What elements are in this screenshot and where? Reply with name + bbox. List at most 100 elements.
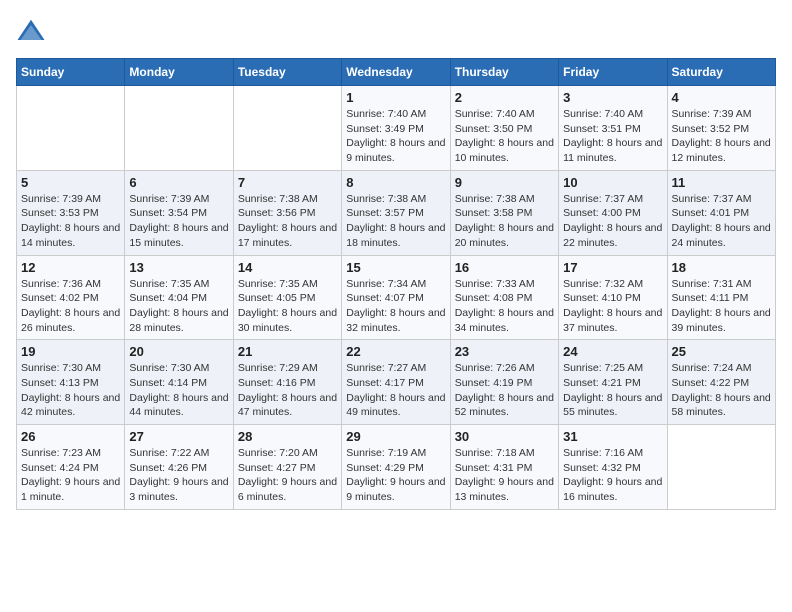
day-info: Sunrise: 7:39 AM Sunset: 3:54 PM Dayligh… — [129, 192, 228, 251]
day-info: Sunrise: 7:39 AM Sunset: 3:53 PM Dayligh… — [21, 192, 120, 251]
day-number: 29 — [346, 429, 445, 444]
day-number: 24 — [563, 344, 662, 359]
day-number: 14 — [238, 260, 337, 275]
day-number: 13 — [129, 260, 228, 275]
day-info: Sunrise: 7:34 AM Sunset: 4:07 PM Dayligh… — [346, 277, 445, 336]
day-number: 25 — [672, 344, 771, 359]
day-cell: 31 Sunrise: 7:16 AM Sunset: 4:32 PM Dayli… — [559, 425, 667, 510]
calendar-body: 1 Sunrise: 7:40 AM Sunset: 3:49 PM Daylig… — [17, 86, 776, 510]
day-info: Sunrise: 7:32 AM Sunset: 4:10 PM Dayligh… — [563, 277, 662, 336]
day-info: Sunrise: 7:38 AM Sunset: 3:56 PM Dayligh… — [238, 192, 337, 251]
day-cell: 17Sunrise: 7:32 AM Sunset: 4:10 PM Dayli… — [559, 255, 667, 340]
day-number: 18 — [672, 260, 771, 275]
day-number: 16 — [455, 260, 554, 275]
header-cell-sunday: Sunday — [17, 59, 125, 86]
day-cell: 6Sunrise: 7:39 AM Sunset: 3:54 PM Daylig… — [125, 170, 233, 255]
day-number: 30 — [455, 429, 554, 444]
day-cell — [667, 425, 775, 510]
day-info: Sunrise: 7:35 AM Sunset: 4:05 PM Dayligh… — [238, 277, 337, 336]
header-cell-thursday: Thursday — [450, 59, 558, 86]
page-header — [16, 16, 776, 46]
day-info: Sunrise: 7:16 AM Sunset: 4:32 PM Dayligh… — [563, 446, 662, 505]
day-number: 2 — [455, 90, 554, 105]
day-cell: 14 Sunrise: 7:35 AM Sunset: 4:05 PM Dayli… — [233, 255, 341, 340]
day-cell: 3Sunrise: 7:40 AM Sunset: 3:51 PM Daylig… — [559, 86, 667, 171]
day-number: 15 — [346, 260, 445, 275]
day-cell: 8 Sunrise: 7:38 AM Sunset: 3:57 PM Daylig… — [342, 170, 450, 255]
day-cell: 7 Sunrise: 7:38 AM Sunset: 3:56 PM Daylig… — [233, 170, 341, 255]
day-cell: 13 Sunrise: 7:35 AM Sunset: 4:04 PM Dayli… — [125, 255, 233, 340]
header-cell-saturday: Saturday — [667, 59, 775, 86]
day-cell: 21 Sunrise: 7:29 AM Sunset: 4:16 PM Dayli… — [233, 340, 341, 425]
day-info: Sunrise: 7:30 AM Sunset: 4:14 PM Dayligh… — [129, 361, 228, 420]
day-number: 11 — [672, 175, 771, 190]
day-cell: 12Sunrise: 7:36 AM Sunset: 4:02 PM Dayli… — [17, 255, 125, 340]
day-number: 8 — [346, 175, 445, 190]
day-cell: 9 Sunrise: 7:38 AM Sunset: 3:58 PM Daylig… — [450, 170, 558, 255]
day-info: Sunrise: 7:35 AM Sunset: 4:04 PM Dayligh… — [129, 277, 228, 336]
day-number: 10 — [563, 175, 662, 190]
day-cell: 25 Sunrise: 7:24 AM Sunset: 4:22 PM Dayli… — [667, 340, 775, 425]
day-info: Sunrise: 7:30 AM Sunset: 4:13 PM Dayligh… — [21, 361, 120, 420]
day-info: Sunrise: 7:26 AM Sunset: 4:19 PM Dayligh… — [455, 361, 554, 420]
day-cell: 29 Sunrise: 7:19 AM Sunset: 4:29 PM Dayli… — [342, 425, 450, 510]
day-number: 1 — [346, 90, 445, 105]
day-info: Sunrise: 7:40 AM Sunset: 3:49 PM Dayligh… — [346, 107, 445, 166]
day-info: Sunrise: 7:18 AM Sunset: 4:31 PM Dayligh… — [455, 446, 554, 505]
week-row-3: 19 Sunrise: 7:30 AM Sunset: 4:13 PM Dayli… — [17, 340, 776, 425]
day-cell: 24 Sunrise: 7:25 AM Sunset: 4:21 PM Dayli… — [559, 340, 667, 425]
day-cell: 18Sunrise: 7:31 AM Sunset: 4:11 PM Dayli… — [667, 255, 775, 340]
day-number: 4 — [672, 90, 771, 105]
day-cell: 10 Sunrise: 7:37 AM Sunset: 4:00 PM Dayli… — [559, 170, 667, 255]
week-row-2: 12Sunrise: 7:36 AM Sunset: 4:02 PM Dayli… — [17, 255, 776, 340]
day-number: 26 — [21, 429, 120, 444]
day-info: Sunrise: 7:33 AM Sunset: 4:08 PM Dayligh… — [455, 277, 554, 336]
day-cell: 30 Sunrise: 7:18 AM Sunset: 4:31 PM Dayli… — [450, 425, 558, 510]
day-info: Sunrise: 7:38 AM Sunset: 3:58 PM Dayligh… — [455, 192, 554, 251]
logo — [16, 16, 50, 46]
day-cell: 5 Sunrise: 7:39 AM Sunset: 3:53 PM Daylig… — [17, 170, 125, 255]
day-info: Sunrise: 7:36 AM Sunset: 4:02 PM Dayligh… — [21, 277, 120, 336]
day-cell: 4 Sunrise: 7:39 AM Sunset: 3:52 PM Daylig… — [667, 86, 775, 171]
day-info: Sunrise: 7:22 AM Sunset: 4:26 PM Dayligh… — [129, 446, 228, 505]
day-cell: 16 Sunrise: 7:33 AM Sunset: 4:08 PM Dayli… — [450, 255, 558, 340]
day-info: Sunrise: 7:38 AM Sunset: 3:57 PM Dayligh… — [346, 192, 445, 251]
day-info: Sunrise: 7:27 AM Sunset: 4:17 PM Dayligh… — [346, 361, 445, 420]
day-number: 9 — [455, 175, 554, 190]
day-cell: 27Sunrise: 7:22 AM Sunset: 4:26 PM Dayli… — [125, 425, 233, 510]
header-cell-friday: Friday — [559, 59, 667, 86]
day-info: Sunrise: 7:39 AM Sunset: 3:52 PM Dayligh… — [672, 107, 771, 166]
day-info: Sunrise: 7:25 AM Sunset: 4:21 PM Dayligh… — [563, 361, 662, 420]
day-cell — [233, 86, 341, 171]
day-number: 5 — [21, 175, 120, 190]
day-cell: 1 Sunrise: 7:40 AM Sunset: 3:49 PM Daylig… — [342, 86, 450, 171]
day-info: Sunrise: 7:40 AM Sunset: 3:50 PM Dayligh… — [455, 107, 554, 166]
day-info: Sunrise: 7:24 AM Sunset: 4:22 PM Dayligh… — [672, 361, 771, 420]
day-info: Sunrise: 7:37 AM Sunset: 4:01 PM Dayligh… — [672, 192, 771, 251]
day-cell: 19 Sunrise: 7:30 AM Sunset: 4:13 PM Dayli… — [17, 340, 125, 425]
day-cell: 22 Sunrise: 7:27 AM Sunset: 4:17 PM Dayli… — [342, 340, 450, 425]
day-info: Sunrise: 7:19 AM Sunset: 4:29 PM Dayligh… — [346, 446, 445, 505]
day-info: Sunrise: 7:29 AM Sunset: 4:16 PM Dayligh… — [238, 361, 337, 420]
header-cell-monday: Monday — [125, 59, 233, 86]
header-cell-tuesday: Tuesday — [233, 59, 341, 86]
day-number: 3 — [563, 90, 662, 105]
day-number: 22 — [346, 344, 445, 359]
day-number: 23 — [455, 344, 554, 359]
day-cell: 28Sunrise: 7:20 AM Sunset: 4:27 PM Dayli… — [233, 425, 341, 510]
header-row: SundayMondayTuesdayWednesdayThursdayFrid… — [17, 59, 776, 86]
calendar-header: SundayMondayTuesdayWednesdayThursdayFrid… — [17, 59, 776, 86]
week-row-4: 26 Sunrise: 7:23 AM Sunset: 4:24 PM Dayli… — [17, 425, 776, 510]
day-number: 21 — [238, 344, 337, 359]
day-info: Sunrise: 7:37 AM Sunset: 4:00 PM Dayligh… — [563, 192, 662, 251]
day-cell: 15 Sunrise: 7:34 AM Sunset: 4:07 PM Dayli… — [342, 255, 450, 340]
day-number: 20 — [129, 344, 228, 359]
day-number: 31 — [563, 429, 662, 444]
day-cell: 20 Sunrise: 7:30 AM Sunset: 4:14 PM Dayli… — [125, 340, 233, 425]
day-info: Sunrise: 7:20 AM Sunset: 4:27 PM Dayligh… — [238, 446, 337, 505]
day-number: 19 — [21, 344, 120, 359]
week-row-0: 1 Sunrise: 7:40 AM Sunset: 3:49 PM Daylig… — [17, 86, 776, 171]
day-info: Sunrise: 7:23 AM Sunset: 4:24 PM Dayligh… — [21, 446, 120, 505]
day-cell: 26 Sunrise: 7:23 AM Sunset: 4:24 PM Dayli… — [17, 425, 125, 510]
day-number: 7 — [238, 175, 337, 190]
